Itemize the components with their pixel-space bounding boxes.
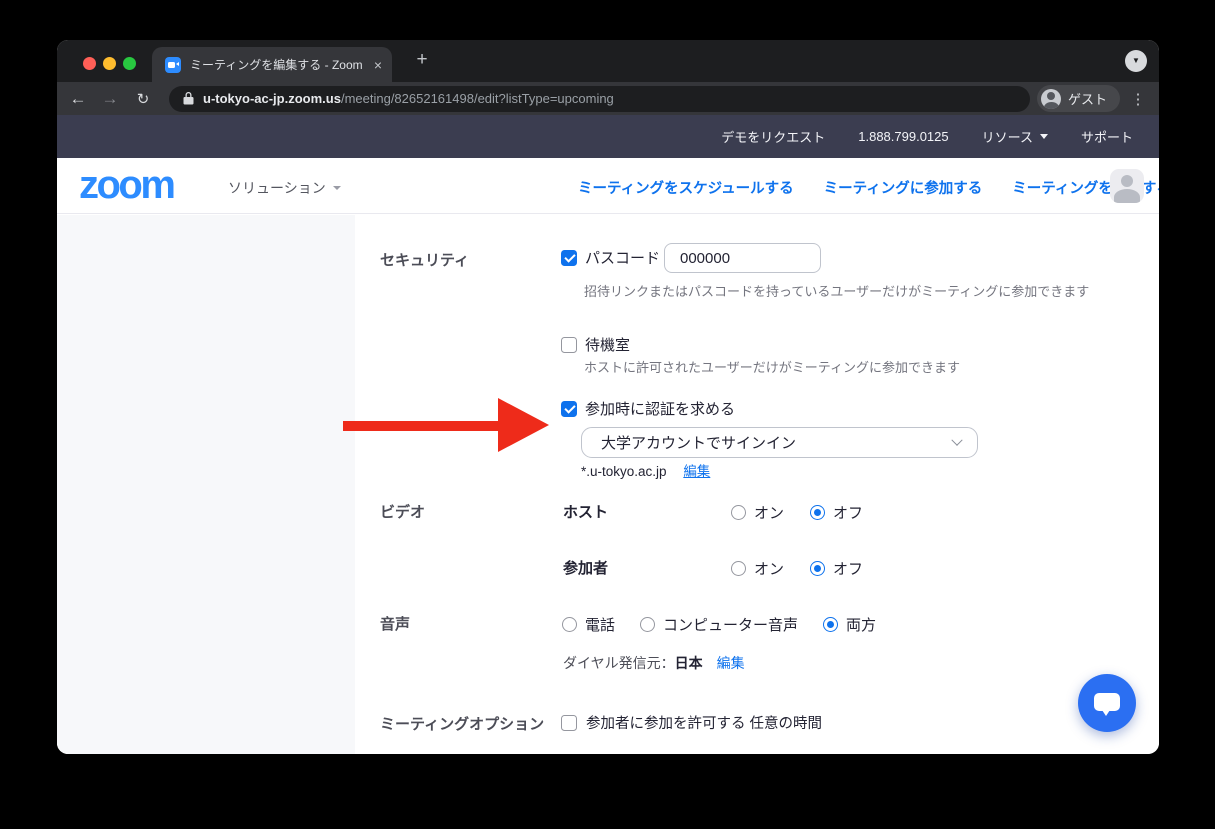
auth-method-value: 大学アカウントでサインイン xyxy=(601,432,796,453)
allow-join-checkbox[interactable] xyxy=(561,715,577,731)
waiting-room-row: 待機室 xyxy=(561,334,630,355)
browser-window: ミーティングを編集する - Zoom × + ▼ ← → ↻ u-tokyo-a… xyxy=(57,40,1159,754)
video-host-on-option[interactable]: オン xyxy=(731,502,784,523)
waiting-room-label: 待機室 xyxy=(585,334,630,355)
dial-in-edit-link[interactable]: 編集 xyxy=(717,653,745,673)
auth-label: 参加時に認証を求める xyxy=(585,398,735,419)
off-label: オフ xyxy=(833,558,863,579)
audio-computer-label: コンピューター音声 xyxy=(663,614,798,635)
video-host-label: ホスト xyxy=(563,501,608,522)
radio-icon[interactable] xyxy=(731,561,746,576)
video-host-off-option[interactable]: オフ xyxy=(810,502,863,523)
auth-edit-link[interactable]: 編集 xyxy=(683,464,710,479)
auth-domains-value: *.u-tokyo.ac.jp xyxy=(581,464,667,479)
auth-method-select[interactable]: 大学アカウントでサインイン xyxy=(581,427,978,458)
waiting-room-description: ホストに許可されたユーザーだけがミーティングに参加できます xyxy=(584,357,960,376)
annotation-arrow-icon xyxy=(498,398,549,452)
dial-in-country: 日本 xyxy=(675,653,703,673)
radio-icon[interactable] xyxy=(640,617,655,632)
passcode-input[interactable] xyxy=(664,243,821,273)
radio-checked-icon[interactable] xyxy=(823,617,838,632)
passcode-checkbox[interactable] xyxy=(561,250,577,266)
radio-icon[interactable] xyxy=(562,617,577,632)
audio-both-option[interactable]: 両方 xyxy=(823,614,876,635)
video-participant-off-option[interactable]: オフ xyxy=(810,558,863,579)
audio-phone-label: 電話 xyxy=(585,614,615,635)
radio-icon[interactable] xyxy=(731,505,746,520)
audio-both-label: 両方 xyxy=(846,614,876,635)
chat-fab-button[interactable] xyxy=(1078,674,1136,732)
passcode-description: 招待リンクまたはパスコードを持っているユーザーだけがミーティングに参加できます xyxy=(584,281,1089,300)
passcode-label: パスコード xyxy=(585,247,660,268)
chevron-down-icon xyxy=(951,434,962,445)
screenshot-stage: ミーティングを編集する - Zoom × + ▼ ← → ↻ u-tokyo-a… xyxy=(0,0,1215,829)
dial-in-row: ダイヤル発信元： 日本 編集 xyxy=(563,653,745,673)
video-participant-radios: オン オフ xyxy=(731,558,863,579)
video-participant-label: 参加者 xyxy=(563,557,608,578)
on-label: オン xyxy=(754,558,784,579)
off-label: オフ xyxy=(833,502,863,523)
chat-bubble-icon xyxy=(1094,693,1120,711)
audio-radios: 電話 コンピューター音声 両方 xyxy=(562,614,876,635)
audio-phone-option[interactable]: 電話 xyxy=(562,614,615,635)
meeting-edit-form: セキュリティ パスコード 招待リンクまたはパスコードを持っているユーザーだけがミ… xyxy=(57,40,1159,754)
waiting-room-checkbox[interactable] xyxy=(561,337,577,353)
allow-join-label: 参加者に参加を許可する 任意の時間 xyxy=(586,712,822,733)
radio-checked-icon[interactable] xyxy=(810,561,825,576)
section-label-audio: 音声 xyxy=(380,613,410,634)
auth-domains-row: *.u-tokyo.ac.jp 編集 xyxy=(581,460,710,480)
dial-in-prefix: ダイヤル発信元： xyxy=(563,653,675,673)
auth-checkbox[interactable] xyxy=(561,401,577,417)
video-host-radios: オン オフ xyxy=(731,502,863,523)
section-label-meeting-options: ミーティングオプション xyxy=(380,713,544,734)
video-participant-on-option[interactable]: オン xyxy=(731,558,784,579)
section-label-video: ビデオ xyxy=(380,501,425,522)
audio-computer-option[interactable]: コンピューター音声 xyxy=(640,614,798,635)
section-label-security: セキュリティ xyxy=(380,249,469,270)
on-label: オン xyxy=(754,502,784,523)
radio-checked-icon[interactable] xyxy=(810,505,825,520)
auth-row: 参加時に認証を求める xyxy=(561,398,735,419)
annotation-arrow-tail xyxy=(343,421,500,431)
allow-join-row: 参加者に参加を許可する 任意の時間 xyxy=(561,712,822,733)
passcode-row: パスコード xyxy=(561,247,660,268)
